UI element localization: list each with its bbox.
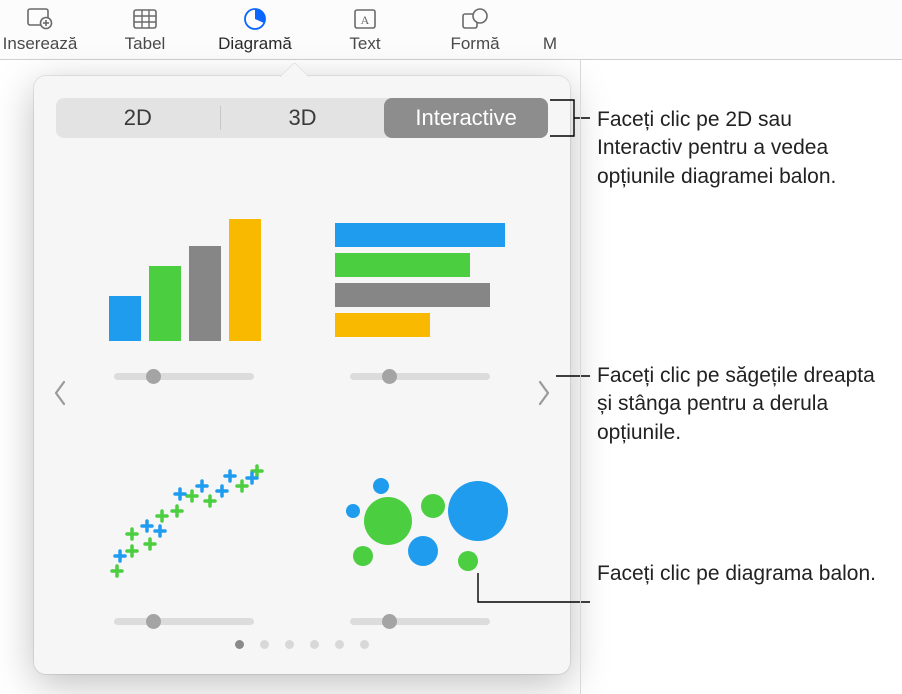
toolbar-label: M [543,34,557,54]
svg-text:A: A [361,13,370,27]
page-dot-2[interactable] [260,640,269,649]
toolbar-label: Text [349,34,380,54]
toolbar-label: Diagramă [218,34,292,54]
previous-page-arrow[interactable] [48,373,72,413]
panel-divider [580,60,581,694]
bubble-chart-icon [330,448,510,598]
callout-arrows-help: Faceți clic pe săgețile dreapta și stâng… [597,362,877,447]
toolbar-insert-button[interactable]: Inserează [0,4,90,54]
tab-2d[interactable]: 2D [56,98,220,138]
tab-interactive[interactable]: Interactive [384,98,548,138]
toolbar-label: Tabel [125,34,166,54]
scatter-chart-icon [94,448,274,598]
bar-chart-icon [330,203,510,353]
toolbar-label: Formă [450,34,499,54]
toolbar-label: Inserează [3,34,78,54]
text-icon: A [350,6,380,32]
chart-options-grid [56,158,548,628]
page-dot-3[interactable] [285,640,294,649]
chart-slider[interactable] [114,614,254,628]
chart-slider[interactable] [350,369,490,383]
page-dot-6[interactable] [360,640,369,649]
toolbar-chart-button[interactable]: Diagramă [200,4,310,54]
chart-slider[interactable] [350,614,490,628]
callout-tabs-help: Faceți clic pe 2D sau Interactiv pentru … [597,106,877,191]
chart-dimension-tabs: 2D 3D Interactive [56,98,548,138]
next-page-arrow[interactable] [532,373,556,413]
chart-option-scatter[interactable] [86,413,282,628]
insert-icon [25,6,55,32]
toolbar-shape-button[interactable]: Formă [420,4,530,54]
page-dot-4[interactable] [310,640,319,649]
chart-option-column[interactable] [86,168,282,383]
page-dot-1[interactable] [235,640,244,649]
toolbar-table-button[interactable]: Tabel [90,4,200,54]
column-chart-icon [94,203,274,353]
page-dot-5[interactable] [335,640,344,649]
callout-bubble-help: Faceți clic pe diagrama balon. [597,560,877,588]
chart-slider[interactable] [114,369,254,383]
chart-option-bar[interactable] [322,168,518,383]
toolbar-more-button[interactable]: M [530,4,570,54]
chart-icon [240,6,270,32]
toolbar-text-button[interactable]: A Text [310,4,420,54]
page-indicator [56,640,548,649]
toolbar: Inserează Tabel Diagramă A Text Formă M [0,0,902,60]
table-icon [130,6,160,32]
chart-option-bubble[interactable] [322,413,518,628]
spacer [535,6,565,32]
tab-3d[interactable]: 3D [221,98,385,138]
chart-picker-popover: 2D 3D Interactive [34,76,570,674]
shape-icon [460,6,490,32]
